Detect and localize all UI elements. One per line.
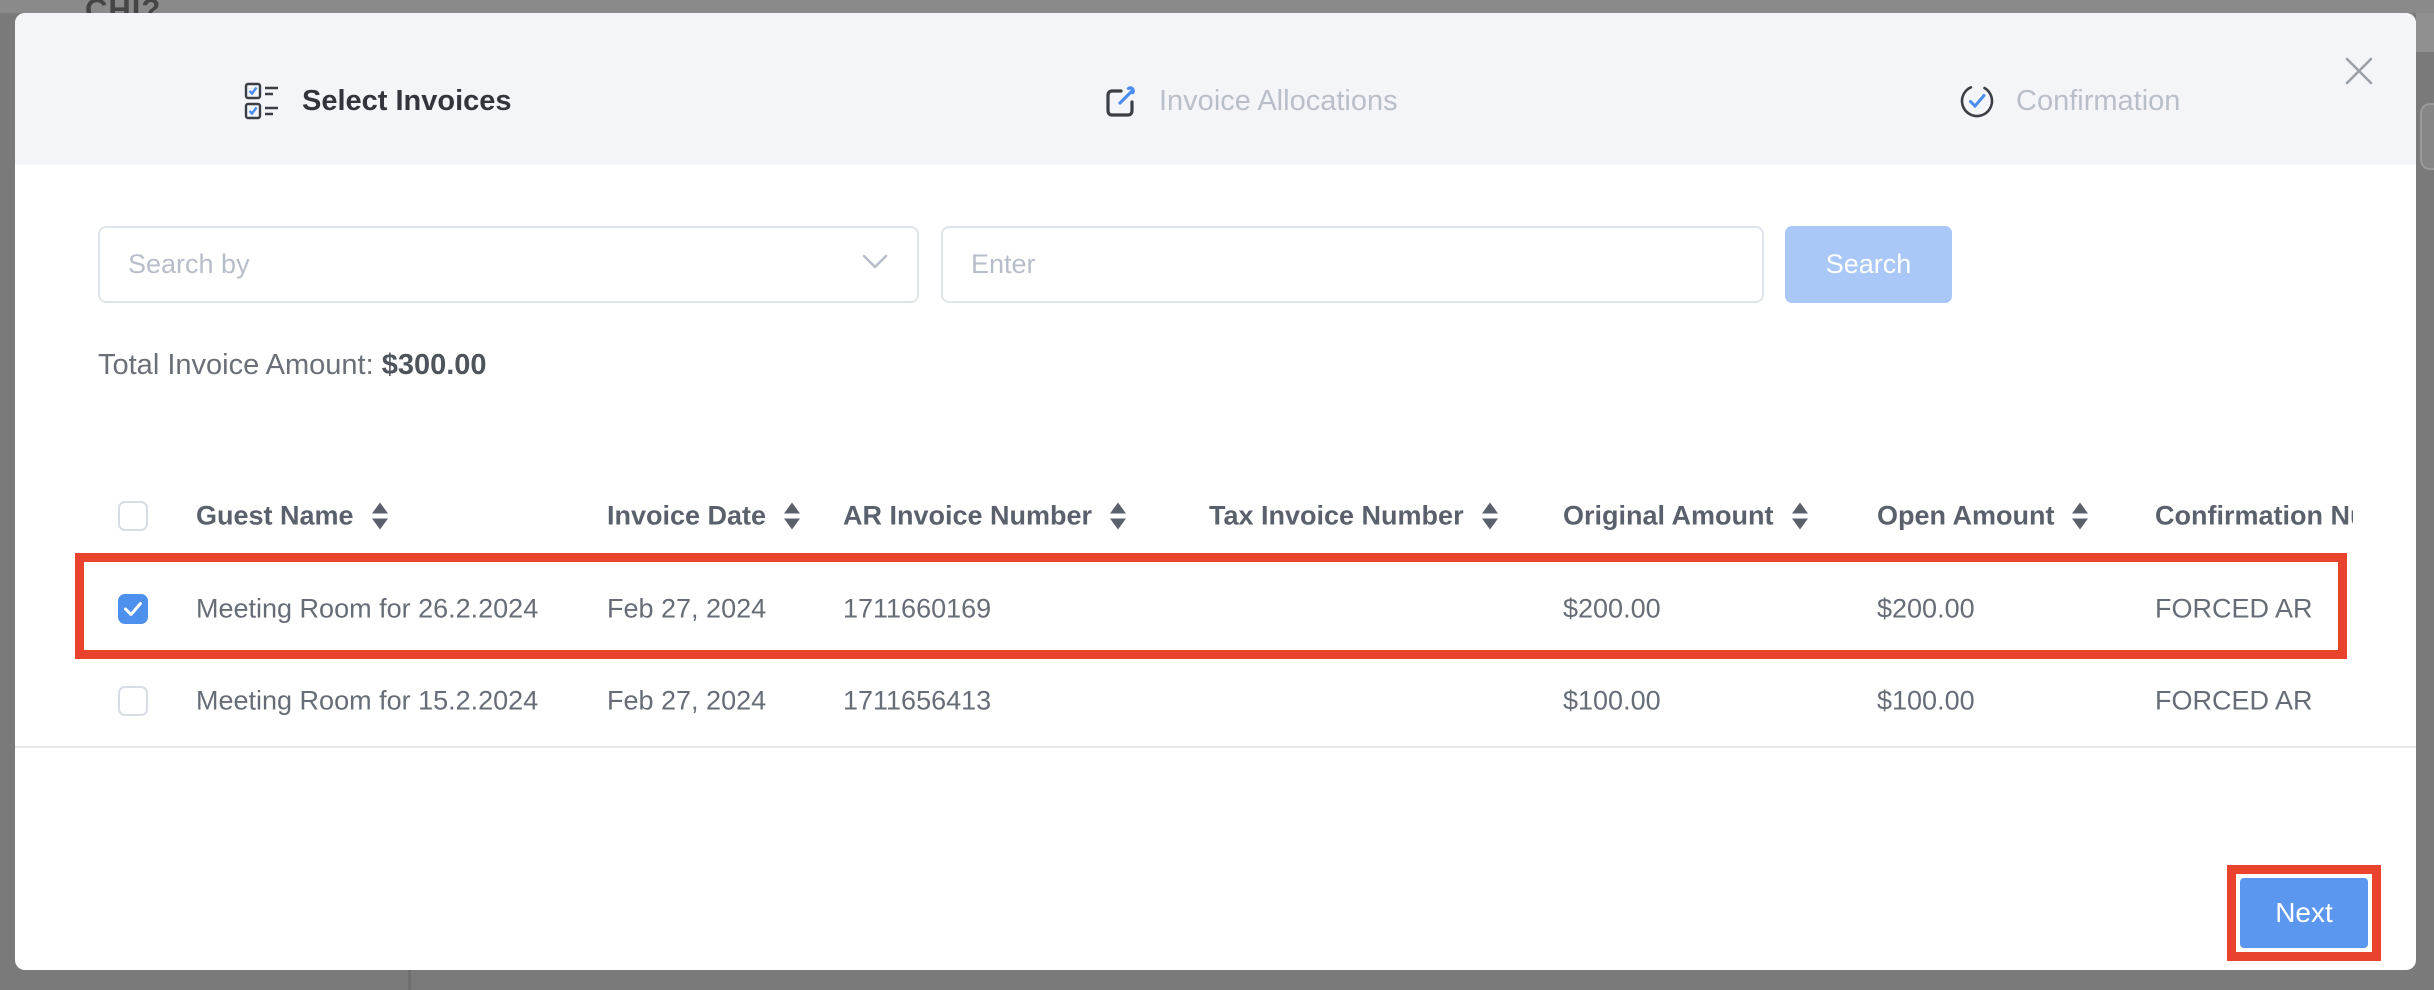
backdrop-fragment xyxy=(2420,103,2434,170)
cell-original-amount: $100.00 xyxy=(1563,685,1661,716)
column-header-open-amount[interactable]: Open Amount xyxy=(1877,501,2088,532)
cell-guest-name: Meeting Room for 26.2.2024 xyxy=(196,593,538,624)
modal-stepper-header: Select Invoices Invoice Allocations Conf… xyxy=(15,13,2416,165)
sort-icon[interactable] xyxy=(2072,503,2088,530)
backdrop-overlay-top xyxy=(0,0,2434,13)
column-header-confirmation-number[interactable]: Confirmation Number xyxy=(2155,501,2353,532)
table-row-invoice-1711660169[interactable]: Meeting Room for 26.2.2024 Feb 27, 2024 … xyxy=(15,562,2416,655)
checklist-icon xyxy=(244,82,282,120)
row-checkbox-unchecked[interactable] xyxy=(118,686,148,716)
cell-confirmation: FORCED AR xyxy=(2155,685,2313,716)
cell-original-amount: $200.00 xyxy=(1563,593,1661,624)
row-checkbox-checked[interactable] xyxy=(118,594,148,624)
search-by-placeholder: Search by xyxy=(128,249,861,280)
select-all-checkbox[interactable] xyxy=(118,501,148,531)
search-button[interactable]: Search xyxy=(1785,226,1952,303)
column-header-original-amount[interactable]: Original Amount xyxy=(1563,501,1808,532)
column-header-guest-name[interactable]: Guest Name xyxy=(196,501,388,532)
sort-icon[interactable] xyxy=(1482,503,1498,530)
sort-icon[interactable] xyxy=(1792,503,1808,530)
column-header-invoice-date[interactable]: Invoice Date xyxy=(607,501,800,532)
cell-open-amount: $200.00 xyxy=(1877,593,1975,624)
select-invoices-modal: Select Invoices Invoice Allocations Conf… xyxy=(15,13,2416,970)
column-header-tax-invoice-number[interactable]: Tax Invoice Number xyxy=(1209,501,1498,532)
check-circle-icon xyxy=(1958,82,1996,120)
sort-icon[interactable] xyxy=(784,503,800,530)
chevron-down-icon xyxy=(861,253,889,276)
step-confirmation[interactable]: Confirmation xyxy=(1958,75,2180,127)
cell-open-amount: $100.00 xyxy=(1877,685,1975,716)
step-label: Invoice Allocations xyxy=(1159,85,1398,118)
step-label: Select Invoices xyxy=(302,85,512,118)
table-row-invoice-1711656413[interactable]: Meeting Room for 15.2.2024 Feb 27, 2024 … xyxy=(15,655,2416,748)
sort-icon[interactable] xyxy=(1110,503,1126,530)
cell-ar-invoice-number: 1711656413 xyxy=(843,685,991,716)
step-label: Confirmation xyxy=(2016,85,2180,118)
step-invoice-allocations[interactable]: Invoice Allocations xyxy=(1101,75,1398,127)
edit-icon xyxy=(1101,82,1139,120)
total-invoice-label: Total Invoice Amount: xyxy=(98,349,374,381)
cell-invoice-date: Feb 27, 2024 xyxy=(607,593,766,624)
cell-confirmation: FORCED AR xyxy=(2155,593,2313,624)
total-invoice-amount: Total Invoice Amount: $300.00 xyxy=(98,349,487,382)
close-icon[interactable] xyxy=(2343,55,2375,87)
search-by-dropdown[interactable]: Search by xyxy=(98,226,919,303)
backdrop-fragment xyxy=(2416,13,2434,52)
sort-icon[interactable] xyxy=(372,503,388,530)
step-select-invoices[interactable]: Select Invoices xyxy=(244,75,512,127)
backdrop-fragment xyxy=(408,970,411,990)
next-button[interactable]: Next xyxy=(2240,878,2368,948)
total-invoice-value: $300.00 xyxy=(382,349,487,381)
search-value-input[interactable] xyxy=(941,226,1764,303)
cell-guest-name: Meeting Room for 15.2.2024 xyxy=(196,685,538,716)
cell-invoice-date: Feb 27, 2024 xyxy=(607,685,766,716)
cell-ar-invoice-number: 1711660169 xyxy=(843,593,991,624)
table-header-row: Guest Name Invoice Date AR Invoice Numbe… xyxy=(15,470,2416,562)
column-header-ar-invoice-number[interactable]: AR Invoice Number xyxy=(843,501,1126,532)
